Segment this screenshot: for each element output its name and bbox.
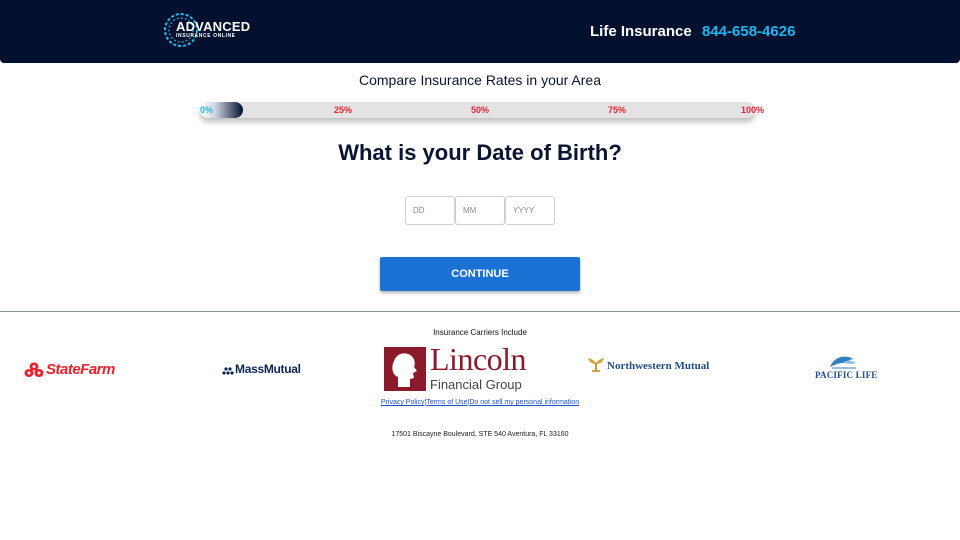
question-title: What is your Date of Birth? xyxy=(338,140,622,165)
logo-wordmark: ADVANCED xyxy=(176,19,251,34)
footer-links: Privacy Policy|Terms of Use|Do not sell … xyxy=(0,399,960,406)
site-header: ADVANCED INSURANCE ONLINE Life Insurance… xyxy=(0,0,960,63)
massmutual-dots-icon xyxy=(222,367,234,375)
lincoln-portrait-icon xyxy=(384,347,426,391)
do-not-sell-link[interactable]: Do not sell my personal information xyxy=(469,399,579,406)
logo-tagline: INSURANCE ONLINE xyxy=(176,33,236,39)
privacy-policy-link[interactable]: Privacy Policy xyxy=(381,399,425,406)
terms-of-use-link[interactable]: Terms of Use xyxy=(426,399,467,406)
carriers-label: Insurance Carriers Include xyxy=(433,328,527,337)
form-subtitle: Compare Insurance Rates in your Area xyxy=(358,72,601,88)
progress-label-100: 100% xyxy=(741,105,765,115)
statefarm-wordmark: StateFarm xyxy=(46,361,115,378)
northwestern-tree-icon xyxy=(588,358,604,372)
lincoln-logo: Lincoln Financial Group xyxy=(384,341,534,393)
pacific-life-wordmark: PACIFIC LIFE xyxy=(815,370,878,380)
statefarm-ovals-icon xyxy=(24,362,44,377)
lincoln-wordmark: Lincoln xyxy=(430,341,527,377)
northwestern-mutual-wordmark: Northwestern Mutual xyxy=(607,360,710,372)
dob-day-input[interactable] xyxy=(405,196,455,225)
pacific-life-logo: PACIFIC LIFE xyxy=(815,353,877,383)
footer-divider xyxy=(0,311,960,312)
progress-label-50: 50% xyxy=(471,105,490,115)
progress-label-0: 0% xyxy=(200,105,214,115)
progress-label-25: 25% xyxy=(334,105,353,115)
continue-button[interactable]: CONTINUE xyxy=(380,257,580,291)
lincoln-subtitle: Financial Group xyxy=(430,377,522,392)
advanced-insurance-logo[interactable]: ADVANCED INSURANCE ONLINE xyxy=(163,10,253,50)
progress-label-75: 75% xyxy=(608,105,627,115)
pacific-life-whale-icon xyxy=(830,356,856,369)
massmutual-wordmark: MassMutual xyxy=(235,362,301,376)
phone-link[interactable]: 844-658-4626 xyxy=(702,23,795,40)
dob-year-input[interactable] xyxy=(505,196,555,225)
header-title: Life Insurance xyxy=(590,23,692,40)
company-address: 17501 Biscayne Boulevard, STE 540 Aventu… xyxy=(391,431,569,438)
dob-month-input[interactable] xyxy=(455,196,505,225)
